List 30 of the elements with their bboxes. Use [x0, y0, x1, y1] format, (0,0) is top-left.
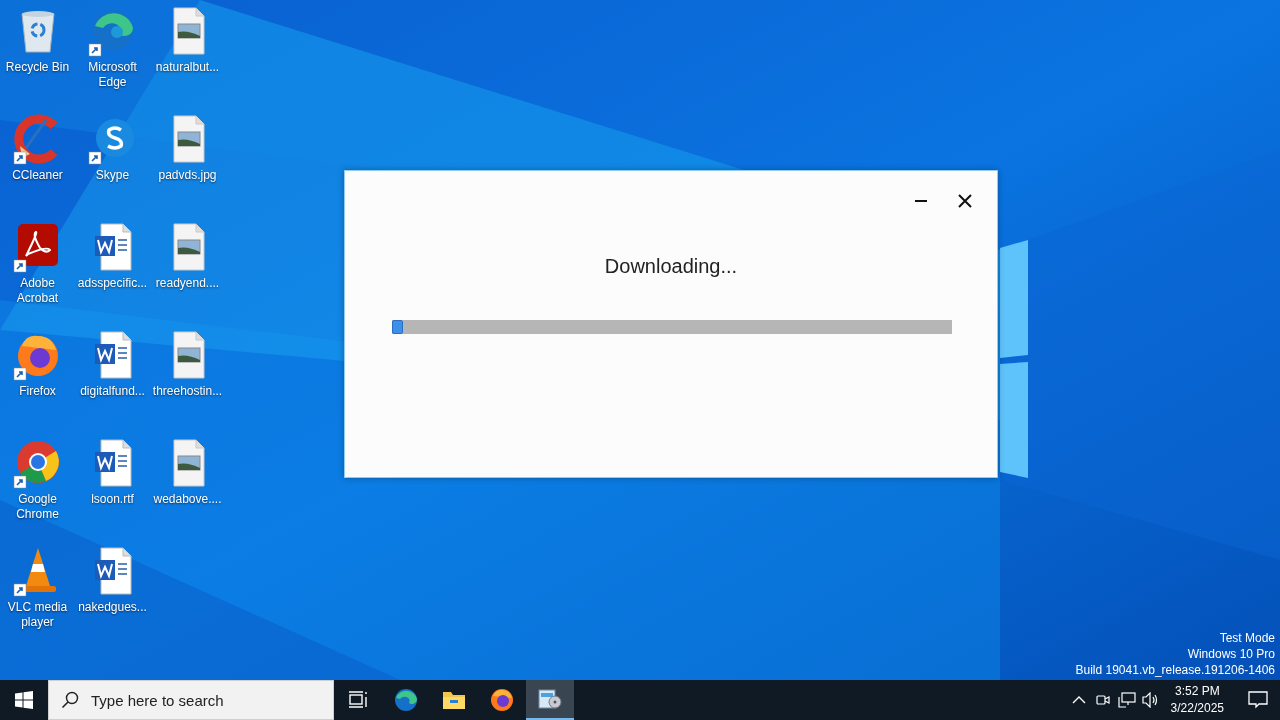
desktop-shortcut[interactable]: Skype	[75, 114, 150, 183]
desktop-shortcut[interactable]: nakedgues...	[75, 546, 150, 615]
search-icon	[61, 691, 79, 709]
close-icon	[958, 194, 972, 208]
desktop-shortcut[interactable]: Firefox	[0, 330, 75, 399]
search-field[interactable]: Type here to search	[48, 680, 334, 720]
desktop-shortcut[interactable]: Microsoft Edge	[75, 6, 150, 90]
system-watermark-text: Build 19041.vb_release.191206-1406	[1075, 662, 1275, 678]
desktop-shortcut[interactable]: wedabove....	[150, 438, 225, 507]
desktop-shortcut[interactable]: readyend....	[150, 222, 225, 291]
desktop-shortcut[interactable]: adsspecific...	[75, 222, 150, 291]
download-status: Downloading...	[604, 255, 738, 278]
desktop-shortcut[interactable]: CCleaner	[0, 114, 75, 183]
desktop-shortcut[interactable]: threehostin...	[150, 330, 225, 399]
search-input[interactable]: Type here to search	[89, 690, 323, 710]
desktop-shortcut[interactable]: digitalfund...	[75, 330, 150, 399]
windows-logo-icon	[15, 691, 33, 709]
installer-app-icon[interactable]	[526, 680, 574, 720]
desktop-shortcut[interactable]: Recycle Bin	[0, 6, 75, 75]
desktop-shortcut[interactable]: Google Chrome	[0, 438, 75, 522]
clock[interactable]: 3:52 PM 3/22/2025	[1162, 683, 1232, 717]
system-watermark-text: Test Mode	[1219, 630, 1275, 646]
desktop-shortcut[interactable]: naturalbut...	[150, 6, 225, 75]
desktop-shortcut[interactable]: Adobe Acrobat	[0, 222, 75, 306]
desktop-shortcut[interactable]: VLC media player	[0, 546, 75, 630]
task-view-icon	[348, 691, 368, 709]
desktop-shortcut[interactable]: padvds.jpg	[150, 114, 225, 183]
caret-up-icon	[1071, 695, 1086, 705]
system-watermark-text: Windows 10 Pro	[1187, 646, 1275, 662]
desktop-shortcut[interactable]: lsoon.rtf	[75, 438, 150, 507]
